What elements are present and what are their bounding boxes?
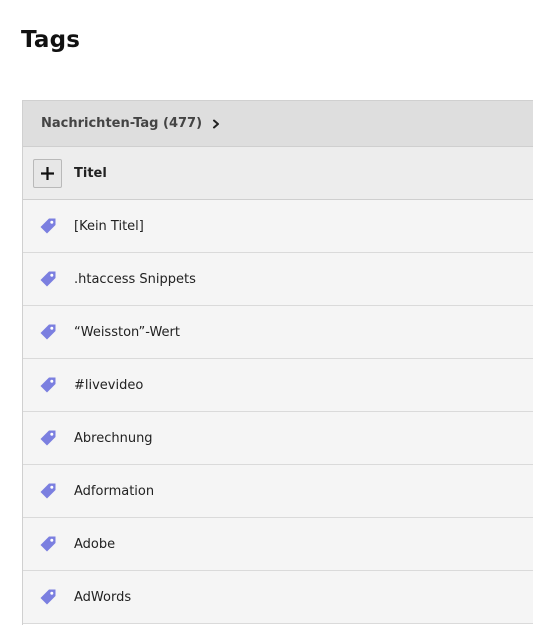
chevron-right-icon[interactable]	[211, 119, 221, 129]
tag-icon	[40, 430, 56, 446]
tag-icon	[40, 377, 56, 393]
tag-icon	[40, 483, 56, 499]
tag-list: [Kein Titel] .htaccess Snippets “Weissto…	[23, 200, 533, 624]
tag-icon	[40, 324, 56, 340]
list-item-label[interactable]: #livevideo	[74, 378, 143, 393]
list-item-label[interactable]: Adformation	[74, 484, 154, 499]
list-item[interactable]: AdWords	[23, 571, 533, 624]
tag-icon	[40, 589, 56, 605]
column-header: Titel	[23, 147, 533, 200]
list-item-label[interactable]: Adobe	[74, 537, 115, 552]
tag-icon	[40, 536, 56, 552]
list-item[interactable]: Abrechnung	[23, 412, 533, 465]
list-item[interactable]: “Weisston”-Wert	[23, 306, 533, 359]
list-item-label[interactable]: [Kein Titel]	[74, 219, 144, 234]
list-item[interactable]: Adformation	[23, 465, 533, 518]
list-item-label[interactable]: “Weisston”-Wert	[74, 325, 180, 340]
column-title-sort[interactable]: Titel	[74, 166, 107, 181]
tag-list-panel: Nachrichten-Tag (477) Titel [Kein Titel]	[22, 100, 533, 625]
record-type-link[interactable]: Nachrichten-Tag (477)	[41, 116, 202, 131]
tag-icon	[40, 218, 56, 234]
tag-icon	[40, 271, 56, 287]
list-item[interactable]: .htaccess Snippets	[23, 253, 533, 306]
list-item[interactable]: #livevideo	[23, 359, 533, 412]
list-item-label[interactable]: AdWords	[74, 590, 131, 605]
list-item[interactable]: Adobe	[23, 518, 533, 571]
list-item-label[interactable]: .htaccess Snippets	[74, 272, 196, 287]
page-title: Tags	[21, 27, 81, 53]
panel-header: Nachrichten-Tag (477)	[23, 101, 533, 147]
list-item-label[interactable]: Abrechnung	[74, 431, 153, 446]
add-record-button[interactable]	[33, 158, 62, 188]
plus-icon	[41, 166, 54, 180]
list-item[interactable]: [Kein Titel]	[23, 200, 533, 253]
